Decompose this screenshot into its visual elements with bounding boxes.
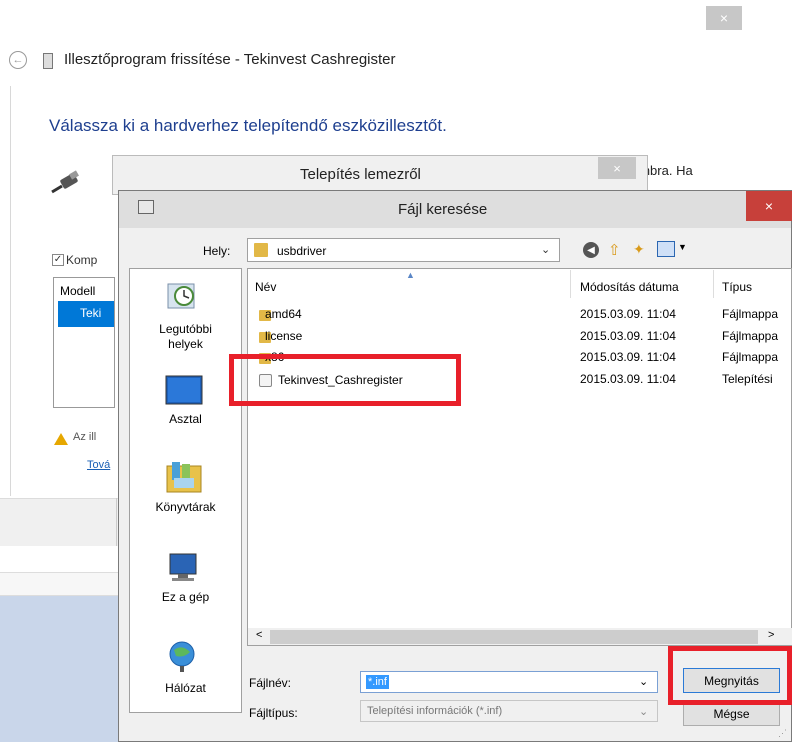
column-header-type[interactable]: Típus — [722, 280, 752, 294]
usb-cable-icon — [51, 170, 79, 194]
install-from-disk-close-button[interactable]: × — [598, 157, 636, 179]
install-from-disk-title: Telepítés lemezről — [300, 166, 421, 183]
location-label: Hely: — [203, 244, 231, 258]
column-header-date[interactable]: Módosítás dátuma — [580, 280, 679, 294]
file-dialog-close-button[interactable]: × — [746, 191, 792, 221]
more-info-link[interactable]: Tová — [87, 459, 110, 471]
scroll-left-icon[interactable]: < — [256, 629, 262, 641]
wizard-title: Illesztőprogram frissítése - Tekinvest C… — [64, 51, 396, 68]
column-header-name[interactable]: Név — [255, 280, 276, 294]
highlight-box-file — [229, 354, 461, 406]
table-row-type: Fájlmappa — [722, 350, 779, 364]
background-window-titlebar — [0, 0, 792, 30]
filetype-value: Telepítési információk (*.inf) — [367, 705, 503, 717]
back-icon[interactable]: ◀ — [583, 242, 599, 258]
column-divider[interactable] — [713, 270, 714, 298]
chevron-down-icon[interactable]: ⌄ — [639, 675, 648, 688]
column-divider[interactable] — [570, 270, 571, 298]
chevron-down-icon[interactable]: ⌄ — [541, 243, 550, 256]
table-row-type: Telepítési — [722, 372, 773, 386]
place-desktop[interactable]: Asztal — [129, 412, 242, 427]
highlight-box-open-button — [668, 646, 792, 705]
scroll-right-icon[interactable]: > — [768, 629, 774, 641]
table-row-name[interactable]: amd64 — [265, 307, 302, 321]
chevron-down-icon[interactable]: ⌄ — [639, 705, 648, 718]
location-value: usbdriver — [277, 244, 327, 258]
filename-value: *.inf — [366, 675, 389, 689]
model-list-header: Modell — [60, 284, 96, 298]
table-row-type: Fájlmappa — [722, 307, 779, 321]
libraries-icon[interactable] — [164, 460, 204, 494]
cancel-button[interactable]: Mégse — [683, 702, 780, 726]
file-list[interactable] — [247, 268, 792, 646]
new-folder-icon[interactable]: ✦ — [633, 241, 645, 258]
place-recent[interactable]: Legutóbbi helyek — [129, 322, 242, 352]
filetype-label: Fájltípus: — [249, 706, 298, 720]
table-row-date: 2015.03.09. 11:04 — [580, 329, 676, 343]
device-icon — [43, 53, 53, 69]
background-close-button[interactable]: × — [706, 6, 742, 30]
table-row-date: 2015.03.09. 11:04 — [580, 350, 676, 364]
computer-icon[interactable] — [164, 552, 204, 586]
folder-icon — [254, 243, 268, 257]
network-icon[interactable] — [164, 640, 204, 674]
wizard-heading: Válassza ki a hardverhez telepítendő esz… — [49, 116, 447, 135]
filename-input[interactable] — [360, 671, 658, 693]
scrollbar-thumb[interactable] — [270, 630, 758, 644]
filename-label: Fájlnév: — [249, 676, 292, 690]
up-folder-icon[interactable]: ⇧ — [608, 241, 621, 259]
compatible-hardware-checkbox[interactable]: ✓ Komp — [52, 252, 97, 267]
dialog-system-icon — [138, 200, 154, 214]
file-dialog-title: Fájl keresése — [398, 201, 488, 218]
warning-icon — [54, 433, 68, 445]
check-mark-icon: ✓ — [52, 253, 64, 266]
model-list-selected-item[interactable]: Teki — [58, 301, 114, 327]
desktop-icon[interactable] — [164, 374, 204, 408]
warning-text: Az ill — [73, 431, 97, 443]
table-row-date: 2015.03.09. 11:04 — [580, 372, 676, 386]
sort-ascending-icon: ▲ — [406, 270, 415, 280]
table-row-type: Fájlmappa — [722, 329, 779, 343]
place-network[interactable]: Hálózat — [129, 681, 242, 696]
recent-places-icon[interactable] — [164, 280, 204, 314]
place-this-pc[interactable]: Ez a gép — [129, 590, 242, 605]
view-menu-arrow-icon[interactable]: ▼ — [678, 242, 687, 252]
place-libraries[interactable]: Könyvtárak — [129, 500, 242, 515]
view-menu-icon[interactable] — [657, 241, 675, 257]
table-row-name[interactable]: license — [265, 329, 302, 343]
checkbox-label: Komp — [66, 252, 98, 267]
back-arrow-icon[interactable]: ← — [9, 51, 27, 69]
table-row-date: 2015.03.09. 11:04 — [580, 307, 676, 321]
resize-grip-icon[interactable]: ⋰ — [778, 728, 787, 739]
